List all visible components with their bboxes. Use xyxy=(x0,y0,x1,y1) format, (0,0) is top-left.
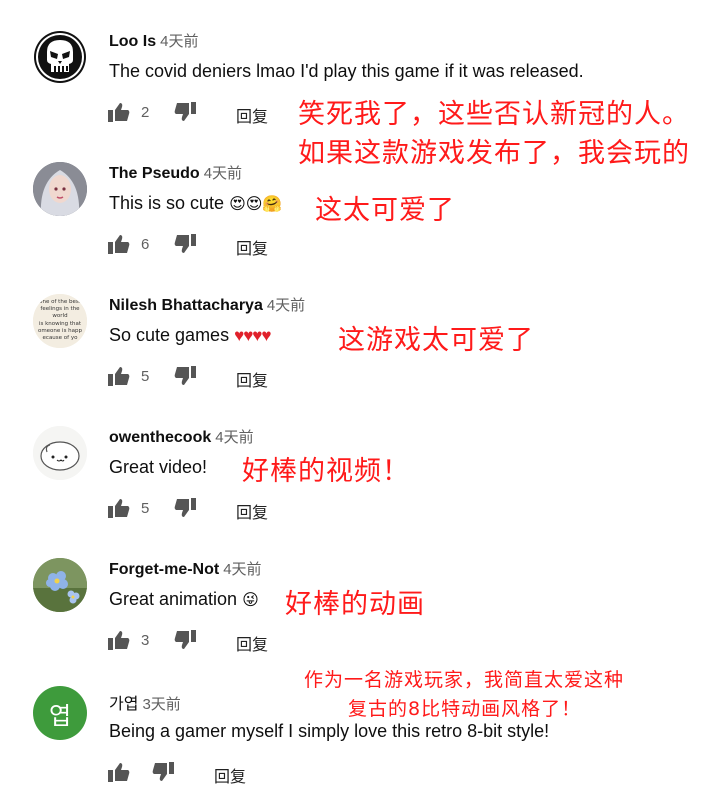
like-count: 3 xyxy=(141,632,150,649)
thumbs-up-icon[interactable] xyxy=(108,234,130,254)
reply-button[interactable]: 回复 xyxy=(236,499,268,523)
comment-item: 엽 가엽 3天前 Being a gamer myself I simply lo… xyxy=(0,669,720,790)
comment-item: one of the best feelings in the world is… xyxy=(0,294,720,394)
quote-avatar-image: one of the best feelings in the world is… xyxy=(33,294,87,348)
avatar[interactable] xyxy=(33,426,87,480)
comment-text: Great video! xyxy=(109,457,208,477)
timestamp[interactable]: 4天前 xyxy=(215,429,253,446)
avatar[interactable]: one of the best feelings in the world is… xyxy=(33,294,87,348)
author-line: The Pseudo 4天前 xyxy=(109,162,242,183)
thumbs-down-icon[interactable] xyxy=(174,234,196,254)
comment-text-body: So cute games xyxy=(109,325,230,345)
comment-item: Loo Is 4天前 The covid deniers lmao I'd pla… xyxy=(0,30,720,169)
avatar-image xyxy=(33,162,87,216)
avatar[interactable] xyxy=(33,30,87,84)
thumbs-up-icon[interactable] xyxy=(108,498,130,518)
comment-text: The covid deniers lmao I'd play this gam… xyxy=(109,61,584,81)
flower-avatar-image xyxy=(33,558,87,612)
avatar[interactable]: 엽 xyxy=(33,686,87,740)
comment-item: Forget-me-Not 4天前 Great animation 😜 3 回复 … xyxy=(0,558,720,658)
reply-button[interactable]: 回复 xyxy=(236,367,268,391)
like-count: 5 xyxy=(141,368,150,385)
translation-annotation: 复古的8比特动画风格了！ xyxy=(348,698,582,720)
comment-actions: 2 回复 xyxy=(108,102,328,127)
author-name[interactable]: Nilesh Bhattacharya xyxy=(109,297,263,314)
timestamp[interactable]: 4天前 xyxy=(204,165,242,182)
comment-text-body: Great animation xyxy=(109,589,238,609)
comment-text: This is so cute 😍😍🤗 xyxy=(109,193,282,214)
thumbs-down-icon[interactable] xyxy=(174,102,196,122)
svg-text:one of the best: one of the best xyxy=(39,299,82,305)
translation-annotation: 这游戏太可爱了 xyxy=(338,325,534,356)
author-name[interactable]: Forget-me-Not xyxy=(109,561,219,578)
comment-text: Being a gamer myself I simply love this … xyxy=(109,721,550,741)
reply-button[interactable]: 回复 xyxy=(214,763,246,787)
like-count: 5 xyxy=(141,500,150,517)
author-line: Loo Is 4天前 xyxy=(109,30,198,51)
author-line: owenthecook 4天前 xyxy=(109,426,254,447)
author-name[interactable]: owenthecook xyxy=(109,429,211,446)
like-count: 2 xyxy=(141,104,150,121)
translation-annotation: 好棒的视频！ xyxy=(242,456,410,487)
emoji-group: 😜 xyxy=(242,592,259,609)
svg-text:ecause of yo: ecause of yo xyxy=(43,335,79,341)
svg-text:omeone is happ: omeone is happ xyxy=(38,328,83,334)
translation-annotation: 好棒的动画 xyxy=(285,589,425,620)
reply-button[interactable]: 回复 xyxy=(236,235,268,259)
cartoon-avatar-image xyxy=(33,426,87,480)
comment-text: Great animation 😜 xyxy=(109,589,259,610)
avatar[interactable] xyxy=(33,558,87,612)
thumbs-down-icon[interactable] xyxy=(174,498,196,518)
author-name[interactable]: The Pseudo xyxy=(109,165,200,182)
svg-text:world: world xyxy=(52,313,67,319)
thumbs-down-icon[interactable] xyxy=(174,630,196,650)
author-name[interactable]: Loo Is xyxy=(109,33,156,50)
translation-annotation: 笑死我了，这些否认新冠的人。 xyxy=(298,99,690,130)
thumbs-up-icon[interactable] xyxy=(108,630,130,650)
comment-actions: 回复 xyxy=(108,762,328,787)
author-line: Forget-me-Not 4天前 xyxy=(109,558,262,579)
like-count: 6 xyxy=(141,236,150,253)
translation-annotation: 这太可爱了 xyxy=(315,195,455,226)
thumbs-up-icon[interactable] xyxy=(108,366,130,386)
avatar[interactable] xyxy=(33,162,87,216)
translation-annotation: 作为一名游戏玩家，我简直太爱这种 xyxy=(304,669,625,691)
author-line: 가엽 3天前 xyxy=(109,690,181,714)
comment-text: So cute games ♥♥♥♥ xyxy=(109,325,271,346)
thumbs-up-icon[interactable] xyxy=(108,102,130,122)
author-name[interactable]: 가엽 xyxy=(109,696,138,713)
svg-text:feelings in the: feelings in the xyxy=(40,306,80,312)
comment-actions: 5 回复 xyxy=(108,498,328,523)
comment-actions: 5 回复 xyxy=(108,366,328,391)
avatar-letter: 엽 xyxy=(48,701,72,730)
comment-actions: 3 回复 xyxy=(108,630,328,655)
comment-actions: 6 回复 xyxy=(108,234,328,259)
timestamp[interactable]: 4天前 xyxy=(267,297,305,314)
author-line: Nilesh Bhattacharya 4天前 xyxy=(109,294,305,315)
heart-emoji-group: ♥♥♥♥ xyxy=(234,326,271,345)
timestamp[interactable]: 3天前 xyxy=(142,696,180,713)
emoji-group: 😍😍🤗 xyxy=(229,196,283,213)
thumbs-up-icon[interactable] xyxy=(108,762,130,782)
timestamp[interactable]: 4天前 xyxy=(160,33,198,50)
skull-icon xyxy=(34,31,86,83)
comment-item: owenthecook 4天前 Great video! 5 回复 好棒的视频！ xyxy=(0,426,720,526)
comment-item: The Pseudo 4天前 This is so cute 😍😍🤗 6 回复 这… xyxy=(0,162,720,262)
reply-button[interactable]: 回复 xyxy=(236,631,268,655)
thumbs-down-icon[interactable] xyxy=(174,366,196,386)
reply-button[interactable]: 回复 xyxy=(236,103,268,127)
comment-text-body: This is so cute xyxy=(109,193,225,213)
timestamp[interactable]: 4天前 xyxy=(223,561,261,578)
svg-text:is knowing that: is knowing that xyxy=(39,321,82,327)
thumbs-down-icon[interactable] xyxy=(152,762,174,782)
